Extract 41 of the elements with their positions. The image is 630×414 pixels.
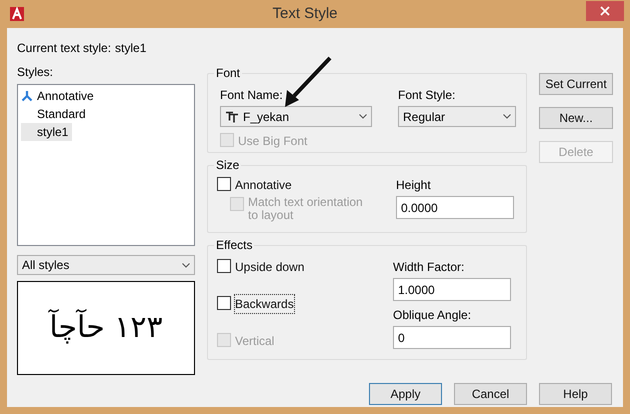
input-field[interactable]: 1.0000 (393, 278, 511, 301)
dialog-button[interactable]: Help (539, 383, 612, 405)
truetype-icon (225, 110, 239, 122)
dialog-button[interactable]: Set Current (539, 73, 613, 95)
checkbox-label: Annotative (235, 177, 292, 194)
close-button[interactable] (586, 1, 624, 21)
width-factor-label: Width Factor: (393, 259, 466, 276)
dialog-button[interactable]: Cancel (454, 383, 527, 405)
current-style-value: style1 (115, 40, 146, 57)
checkbox-label: Backwards (235, 295, 294, 313)
checkbox-label: Match text orientation to layout (248, 196, 364, 222)
oblique-angle-label: Oblique Angle: (393, 307, 472, 324)
height-label: Height (396, 177, 432, 194)
style-item[interactable]: style1 (21, 123, 72, 141)
window-title: Text Style (271, 4, 339, 24)
caret-icon (182, 262, 190, 268)
current-style-label: Current text style: (17, 40, 112, 57)
app-logo-icon (10, 7, 24, 21)
style-filter-dropdown[interactable]: All styles (17, 255, 195, 275)
pointer-arrow (284, 56, 332, 108)
checkbox[interactable] (217, 177, 231, 191)
close-icon (600, 6, 610, 16)
checkbox[interactable] (217, 259, 231, 273)
font-name-label: Font Name: (220, 87, 284, 104)
annotative-icon (21, 90, 33, 102)
dialog-button[interactable]: Apply (369, 383, 442, 405)
caret-icon (503, 114, 511, 119)
input-field[interactable]: 0 (393, 326, 511, 349)
styles-label: Styles: (17, 64, 54, 81)
style-item[interactable]: Annotative (21, 87, 98, 105)
font-style-label: Font Style: (398, 87, 456, 104)
font-name-dropdown[interactable]: F_yekan (220, 106, 372, 127)
checkbox-label: Vertical (235, 333, 274, 350)
dropdown[interactable]: Regular (398, 106, 516, 127)
checkbox-label: Use Big Font (238, 133, 308, 150)
checkbox-label: Upside down (235, 259, 304, 276)
caret-icon (359, 114, 367, 119)
style-item[interactable]: Standard (21, 105, 90, 123)
checkbox[interactable] (217, 296, 231, 310)
input-field[interactable]: 0.0000 (396, 196, 514, 219)
dialog-button[interactable]: New... (539, 107, 613, 129)
